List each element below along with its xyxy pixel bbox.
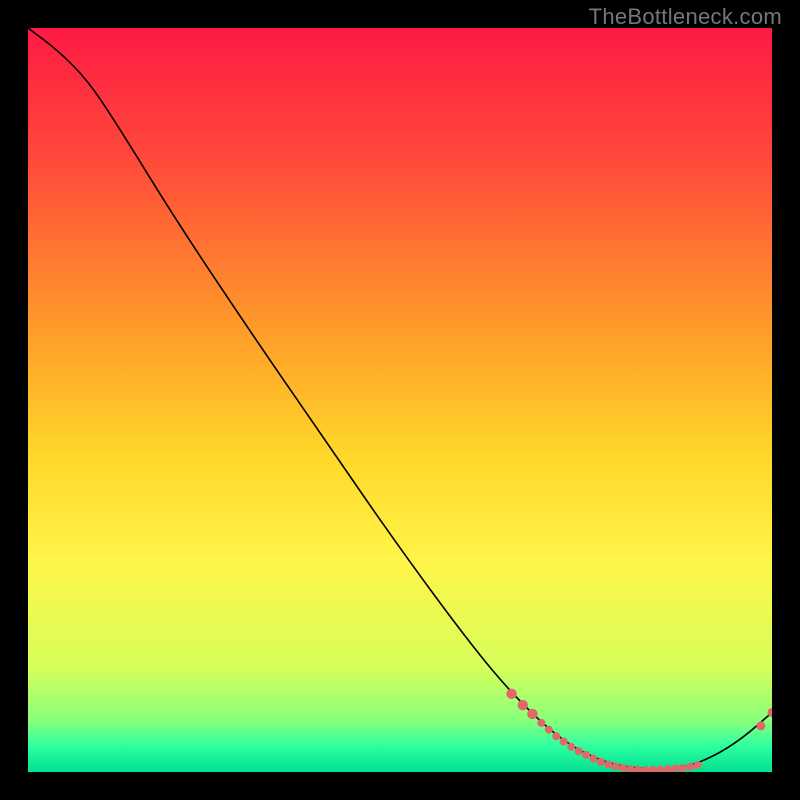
marker-dot [679, 764, 687, 772]
marker-dot [619, 764, 627, 772]
chart-background [28, 28, 772, 772]
marker-dot [567, 743, 575, 751]
marker-dot [694, 761, 702, 769]
marker-dot [552, 732, 560, 740]
marker-dot [560, 737, 568, 745]
marker-dot [604, 761, 612, 769]
marker-dot [575, 747, 583, 755]
chart-plot [28, 28, 772, 772]
marker-dot [527, 709, 537, 719]
marker-dot [612, 762, 620, 770]
marker-dot [545, 726, 553, 734]
marker-dot [537, 719, 545, 727]
marker-dot [582, 751, 590, 759]
marker-dot [518, 700, 528, 710]
marker-dot [506, 689, 516, 699]
marker-dot [597, 758, 605, 766]
stage: TheBottleneck.com [0, 0, 800, 800]
marker-dot [756, 721, 765, 730]
watermark-label: TheBottleneck.com [589, 4, 782, 30]
marker-dot [686, 763, 694, 771]
marker-dot [589, 755, 597, 763]
